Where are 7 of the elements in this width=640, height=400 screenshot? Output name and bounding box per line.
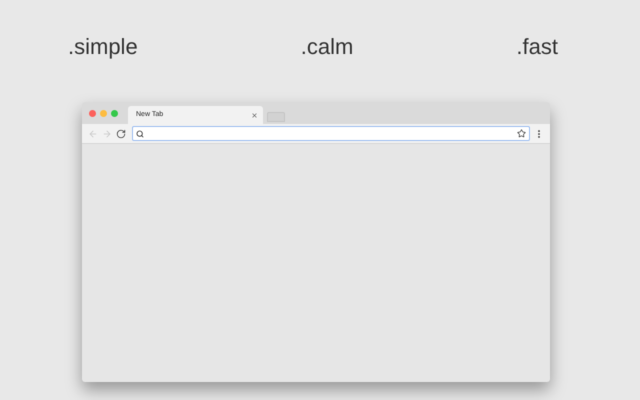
- tagline: .simple: [68, 33, 138, 61]
- tagline: .calm: [300, 33, 354, 61]
- search-icon: [136, 130, 144, 138]
- bookmark-star-icon[interactable]: [517, 129, 526, 138]
- close-icon[interactable]: [251, 112, 258, 118]
- tagline: .fast: [516, 33, 558, 61]
- reload-icon[interactable]: [116, 128, 126, 138]
